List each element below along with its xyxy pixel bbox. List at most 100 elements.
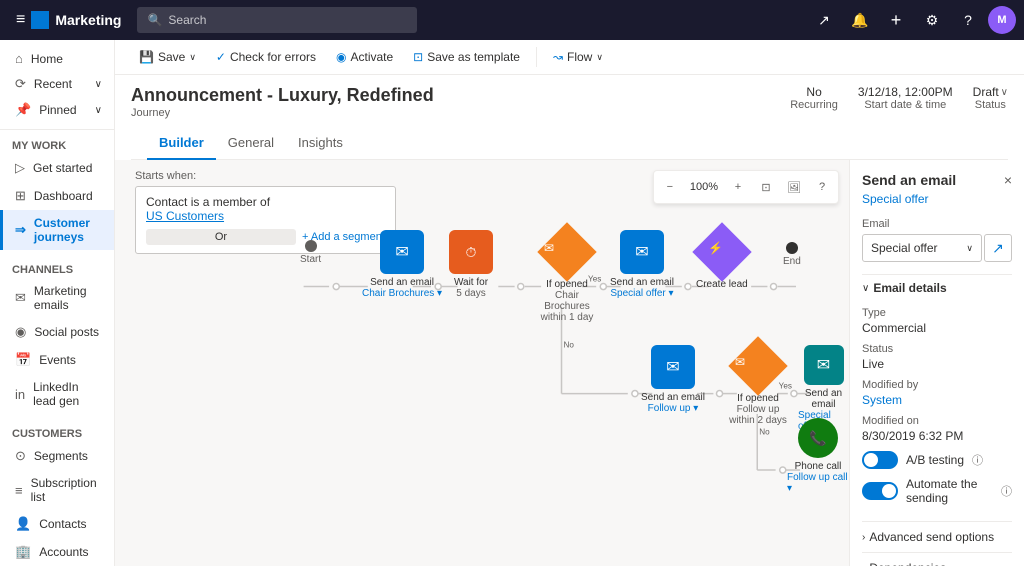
dependencies-row[interactable]: › Dependencies bbox=[862, 552, 1012, 566]
phonecall-node[interactable]: 📞 Phone call Follow up call ▾ bbox=[787, 418, 849, 494]
modified-on-label: Modified on bbox=[862, 415, 1012, 427]
flow-button[interactable]: ↝ Flow ∨ bbox=[545, 46, 611, 68]
email2-sublabel[interactable]: Special offer ▾ bbox=[610, 288, 673, 299]
save-button[interactable]: 💾 Save ∨ bbox=[131, 46, 204, 68]
save-template-button[interactable]: ⊡ Save as template bbox=[405, 46, 528, 68]
notifications-icon[interactable]: 🔔 bbox=[844, 4, 876, 36]
email2-node[interactable]: ✉ Send an email Special offer ▾ bbox=[610, 230, 674, 299]
email-select[interactable]: Special offer ∨ bbox=[862, 234, 982, 262]
automate-sending-label: Automate the sending bbox=[906, 477, 993, 505]
sidebar-item-label: Home bbox=[31, 52, 63, 66]
advanced-send-options-row[interactable]: › Advanced send options bbox=[862, 521, 1012, 552]
email-open-button[interactable]: ↗ bbox=[984, 234, 1012, 262]
sidebar-item-events[interactable]: 📅 Events bbox=[0, 346, 114, 374]
date-label: Start date & time bbox=[858, 99, 953, 111]
ab-testing-info-icon[interactable]: ⓘ bbox=[972, 452, 983, 468]
email4-label: Send an email bbox=[798, 388, 849, 410]
email2-shape[interactable]: ✉ bbox=[620, 230, 664, 274]
phonecall-shape[interactable]: 📞 bbox=[798, 418, 838, 458]
panel-subtitle[interactable]: Special offer bbox=[862, 192, 1012, 206]
sidebar-item-pinned[interactable]: 📌 Pinned ∨ bbox=[0, 97, 114, 123]
email1-shape[interactable]: ✉ bbox=[380, 230, 424, 274]
start-label: Start bbox=[300, 254, 321, 265]
template-icon: ⊡ bbox=[413, 50, 423, 64]
fit-view-icon[interactable]: ⊡ bbox=[754, 175, 778, 199]
email1-node[interactable]: ✉ Send an email Chair Brochures ▾ bbox=[362, 230, 442, 299]
email1-sublabel[interactable]: Chair Brochures ▾ bbox=[362, 288, 442, 299]
right-panel: Send an email × Special offer Email Spec… bbox=[849, 160, 1024, 566]
sidebar-item-social-posts[interactable]: ◉ Social posts bbox=[0, 318, 114, 346]
journey-icon: ⇒ bbox=[15, 222, 26, 238]
sidebar-item-linkedin[interactable]: in LinkedIn lead gen bbox=[0, 374, 114, 414]
panel-close-button[interactable]: × bbox=[1004, 172, 1012, 188]
email3-sublabel[interactable]: Follow up ▾ bbox=[648, 403, 699, 414]
sidebar-item-contacts[interactable]: 👤 Contacts bbox=[0, 510, 114, 538]
end-node: End bbox=[783, 242, 801, 267]
createlead-shape[interactable] bbox=[692, 222, 751, 281]
page-title-row: Announcement - Luxury, Redefined Journey… bbox=[131, 85, 1008, 119]
check-icon: ✓ bbox=[216, 50, 226, 64]
modified-by-link[interactable]: System bbox=[862, 393, 1012, 407]
email3-label: Send an email bbox=[641, 392, 705, 403]
sidebar-item-dashboard[interactable]: ⊞ Dashboard bbox=[0, 182, 114, 210]
ab-testing-toggle[interactable] bbox=[862, 451, 898, 469]
avatar[interactable]: M bbox=[988, 6, 1016, 34]
advanced-send-chevron-icon: › bbox=[862, 532, 865, 543]
help-canvas-icon[interactable]: ? bbox=[810, 175, 834, 199]
or-button[interactable]: Or bbox=[146, 229, 296, 245]
zoom-in-icon[interactable]: + bbox=[726, 175, 750, 199]
phonecall-label: Phone call bbox=[795, 461, 842, 472]
wait-shape[interactable]: ⏱ bbox=[449, 230, 493, 274]
settings-icon[interactable]: ⚙ bbox=[916, 4, 948, 36]
search-input[interactable] bbox=[168, 13, 407, 27]
tab-insights[interactable]: Insights bbox=[286, 127, 355, 160]
share-icon[interactable]: ↗ bbox=[808, 4, 840, 36]
toggle-knob-automate bbox=[882, 484, 896, 498]
condition-static: Contact is a member of bbox=[146, 195, 270, 209]
ifopened2-shape[interactable] bbox=[728, 336, 787, 395]
tab-general[interactable]: General bbox=[216, 127, 286, 160]
sidebar-item-home[interactable]: ⌂ Home bbox=[0, 46, 114, 71]
ifopened2-node[interactable]: ✉ If opened Follow up within 2 days bbox=[723, 345, 793, 426]
createlead-node[interactable]: ⚡ Create lead bbox=[696, 231, 748, 290]
status-chevron-icon[interactable]: ∨ bbox=[1001, 87, 1008, 98]
search-box[interactable]: 🔍 bbox=[137, 7, 417, 33]
condition-link[interactable]: US Customers bbox=[146, 209, 224, 223]
sidebar-item-customer-journeys[interactable]: ⇒ Customer journeys bbox=[0, 210, 114, 250]
status-meta[interactable]: Draft ∨ Status bbox=[973, 85, 1008, 111]
list-icon: ≡ bbox=[15, 483, 23, 498]
automate-info-icon[interactable]: ⓘ bbox=[1001, 483, 1012, 499]
sidebar-item-segments[interactable]: ⊙ Segments bbox=[0, 442, 114, 470]
zoom-out-icon[interactable]: − bbox=[658, 175, 682, 199]
screenshot-icon[interactable]: 🖼 bbox=[782, 175, 806, 199]
ifopened1-node[interactable]: ✉ If opened Chair Brochures within 1 day bbox=[532, 231, 602, 323]
ifopened1-shape[interactable] bbox=[537, 222, 596, 281]
add-icon[interactable]: + bbox=[880, 4, 912, 36]
email-details-section[interactable]: ∨ Email details bbox=[862, 274, 1012, 301]
panel-title: Send an email bbox=[862, 172, 956, 188]
start-circle bbox=[305, 240, 317, 252]
help-icon[interactable]: ? bbox=[952, 4, 984, 36]
phonecall-sublabel[interactable]: Follow up call ▾ bbox=[787, 472, 849, 494]
wait-node[interactable]: ⏱ Wait for 5 days bbox=[449, 230, 493, 299]
sidebar-item-marketing-emails[interactable]: ✉ Marketing emails bbox=[0, 278, 114, 318]
zoom-level: 100% bbox=[686, 175, 722, 199]
activate-button[interactable]: ◉ Activate bbox=[328, 46, 401, 68]
email3-shape[interactable]: ✉ bbox=[651, 345, 695, 389]
email4-shape[interactable]: ✉ bbox=[804, 345, 844, 385]
check-errors-button[interactable]: ✓ Check for errors bbox=[208, 46, 324, 68]
app-logo[interactable]: ≡ Marketing bbox=[8, 11, 129, 29]
automate-sending-toggle[interactable] bbox=[862, 482, 898, 500]
email3-node[interactable]: ✉ Send an email Follow up ▾ bbox=[641, 345, 705, 414]
my-work-header: My work bbox=[0, 134, 114, 154]
sidebar-item-get-started[interactable]: ▷ Get started bbox=[0, 154, 114, 182]
chevron-down-icon: ∨ bbox=[95, 79, 102, 90]
sidebar-item-label: Pinned bbox=[39, 103, 76, 117]
tab-builder[interactable]: Builder bbox=[147, 127, 216, 160]
sidebar-item-accounts[interactable]: 🏢 Accounts bbox=[0, 538, 114, 566]
canvas-flow-area: − 100% + ⊡ 🖼 ? Starts when: Contact is a… bbox=[115, 160, 849, 566]
sidebar-item-subscription-list[interactable]: ≡ Subscription list bbox=[0, 470, 114, 510]
wait-label: Wait for bbox=[454, 277, 488, 288]
sidebar-item-recent[interactable]: ⟳ Recent ∨ bbox=[0, 71, 114, 97]
date-meta: 3/12/18, 12:00PM Start date & time bbox=[858, 85, 953, 111]
